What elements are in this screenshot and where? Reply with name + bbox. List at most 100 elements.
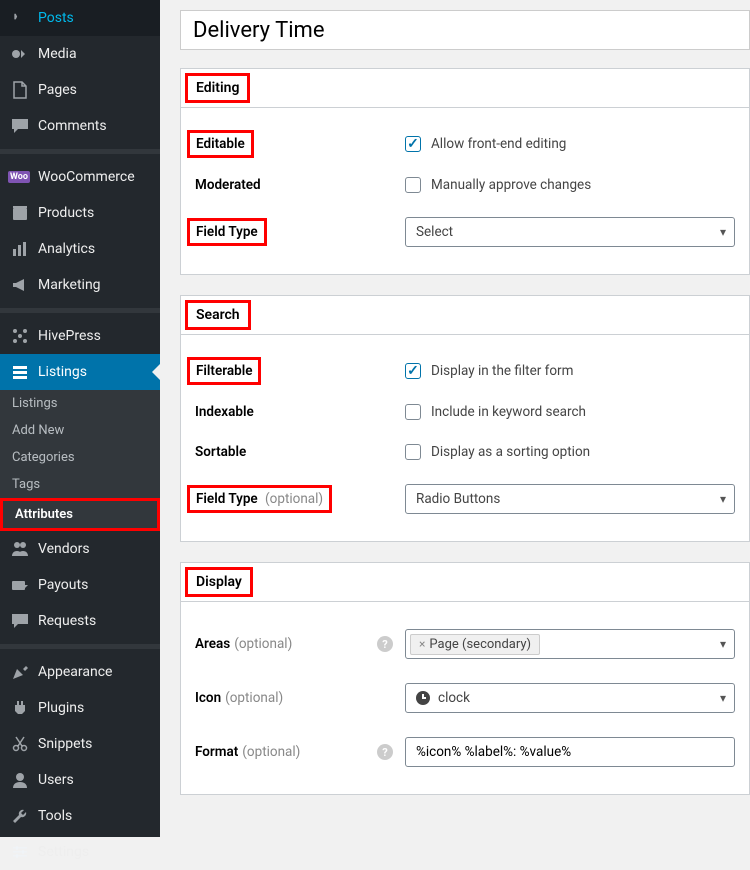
- main-content: Editing Editable Allow front-end editing…: [160, 0, 750, 837]
- menu-label: Users: [38, 772, 74, 788]
- field-areas: Areas (optional) ? ×Page (secondary): [181, 617, 749, 671]
- menu-label: Marketing: [38, 277, 101, 293]
- sortable-label: Sortable: [195, 444, 246, 460]
- products-icon: [10, 203, 30, 223]
- sidebar-item-woocommerce[interactable]: Woo WooCommerce: [0, 159, 160, 195]
- menu-label: HivePress: [38, 328, 101, 344]
- sidebar-item-pages[interactable]: Pages: [0, 72, 160, 108]
- submenu-tags[interactable]: Tags: [0, 471, 160, 498]
- areas-label: Areas: [195, 636, 230, 652]
- menu-label: Snippets: [38, 736, 92, 752]
- field-sortable: Sortable Display as a sorting option: [181, 432, 749, 472]
- woocommerce-icon: Woo: [10, 167, 30, 187]
- editable-checkbox[interactable]: [405, 136, 421, 152]
- menu-separator: [0, 149, 160, 154]
- plugins-icon: [10, 698, 30, 718]
- listings-icon: [10, 362, 30, 382]
- sidebar-item-users[interactable]: Users: [0, 762, 160, 798]
- moderated-text: Manually approve changes: [431, 177, 591, 193]
- menu-separator: [0, 644, 160, 649]
- menu-label: Payouts: [38, 577, 88, 593]
- sidebar-item-requests[interactable]: Requests: [0, 603, 160, 639]
- comment-icon: [10, 116, 30, 136]
- editable-label: Editable: [187, 130, 254, 158]
- clock-icon: [416, 691, 430, 705]
- menu-label: Settings: [38, 844, 89, 860]
- admin-sidebar: Posts Media Pages Comments Woo WooCommer…: [0, 0, 160, 837]
- menu-label: Requests: [38, 613, 96, 629]
- submenu-listings[interactable]: Listings: [0, 390, 160, 417]
- sidebar-item-payouts[interactable]: Payouts: [0, 567, 160, 603]
- sidebar-item-media[interactable]: Media: [0, 36, 160, 72]
- settings-icon: [10, 842, 30, 862]
- sidebar-item-plugins[interactable]: Plugins: [0, 690, 160, 726]
- section-title-display: Display: [181, 563, 749, 602]
- moderated-checkbox[interactable]: [405, 177, 421, 193]
- menu-label: Comments: [38, 118, 107, 134]
- attribute-title-input[interactable]: [180, 10, 750, 50]
- sortable-text: Display as a sorting option: [431, 444, 590, 460]
- optional-marker: (optional): [225, 690, 283, 706]
- snippets-icon: [10, 734, 30, 754]
- menu-label: Products: [38, 205, 94, 221]
- area-tag[interactable]: ×Page (secondary): [410, 634, 540, 655]
- icon-label: Icon: [195, 690, 221, 706]
- analytics-icon: [10, 239, 30, 259]
- field-format: Format (optional) ?: [181, 725, 749, 779]
- field-moderated: Moderated Manually approve changes: [181, 165, 749, 205]
- listings-submenu: Listings Add New Categories Tags Attribu…: [0, 390, 160, 531]
- filterable-checkbox[interactable]: [405, 363, 421, 379]
- section-title-label: Search: [185, 300, 251, 330]
- submenu-categories[interactable]: Categories: [0, 444, 160, 471]
- indexable-text: Include in keyword search: [431, 404, 586, 420]
- search-field-type-wrapper: Field Type (optional): [187, 485, 332, 513]
- page-icon: [10, 80, 30, 100]
- section-title-search: Search: [181, 296, 749, 335]
- pin-icon: [10, 8, 30, 28]
- sidebar-item-posts[interactable]: Posts: [0, 0, 160, 36]
- help-icon[interactable]: ?: [377, 636, 393, 652]
- sidebar-item-tools[interactable]: Tools: [0, 798, 160, 834]
- help-icon[interactable]: ?: [377, 744, 393, 760]
- sidebar-item-settings[interactable]: Settings: [0, 834, 160, 870]
- sidebar-item-products[interactable]: Products: [0, 195, 160, 231]
- menu-label: Appearance: [38, 664, 112, 680]
- section-display: Display Areas (optional) ? ×Page (second…: [180, 562, 750, 795]
- sidebar-item-marketing[interactable]: Marketing: [0, 267, 160, 303]
- filterable-text: Display in the filter form: [431, 363, 573, 379]
- sidebar-item-snippets[interactable]: Snippets: [0, 726, 160, 762]
- indexable-checkbox[interactable]: [405, 404, 421, 420]
- section-title-editing: Editing: [181, 69, 749, 108]
- menu-label: Posts: [38, 10, 74, 26]
- filterable-label: Filterable: [187, 357, 261, 385]
- icon-select[interactable]: clock: [405, 683, 735, 713]
- menu-label: Listings: [38, 364, 87, 380]
- menu-label: WooCommerce: [38, 169, 135, 185]
- field-indexable: Indexable Include in keyword search: [181, 392, 749, 432]
- sidebar-item-vendors[interactable]: Vendors: [0, 531, 160, 567]
- editing-field-type-select[interactable]: Select: [405, 217, 735, 247]
- sidebar-item-hivepress[interactable]: HivePress: [0, 318, 160, 354]
- submenu-add-new[interactable]: Add New: [0, 417, 160, 444]
- sidebar-item-comments[interactable]: Comments: [0, 108, 160, 144]
- menu-label: Media: [38, 46, 77, 62]
- submenu-attributes[interactable]: Attributes: [0, 498, 160, 531]
- section-editing: Editing Editable Allow front-end editing…: [180, 68, 750, 275]
- remove-tag-icon[interactable]: ×: [419, 637, 425, 651]
- sortable-checkbox[interactable]: [405, 444, 421, 460]
- areas-multiselect[interactable]: ×Page (secondary): [405, 629, 735, 659]
- vendors-icon: [10, 539, 30, 559]
- section-title-label: Display: [185, 567, 253, 597]
- field-filterable: Filterable Display in the filter form: [181, 350, 749, 392]
- field-editable: Editable Allow front-end editing: [181, 123, 749, 165]
- section-title-label: Editing: [185, 73, 250, 103]
- menu-label: Plugins: [38, 700, 84, 716]
- menu-label: Analytics: [38, 241, 95, 257]
- sidebar-item-listings[interactable]: Listings: [0, 354, 160, 390]
- field-type-label: Field Type: [187, 218, 267, 246]
- search-field-type-select[interactable]: Radio Buttons: [405, 484, 735, 514]
- field-editing-field-type: Field Type Select: [181, 205, 749, 259]
- format-input[interactable]: [405, 737, 735, 767]
- sidebar-item-appearance[interactable]: Appearance: [0, 654, 160, 690]
- sidebar-item-analytics[interactable]: Analytics: [0, 231, 160, 267]
